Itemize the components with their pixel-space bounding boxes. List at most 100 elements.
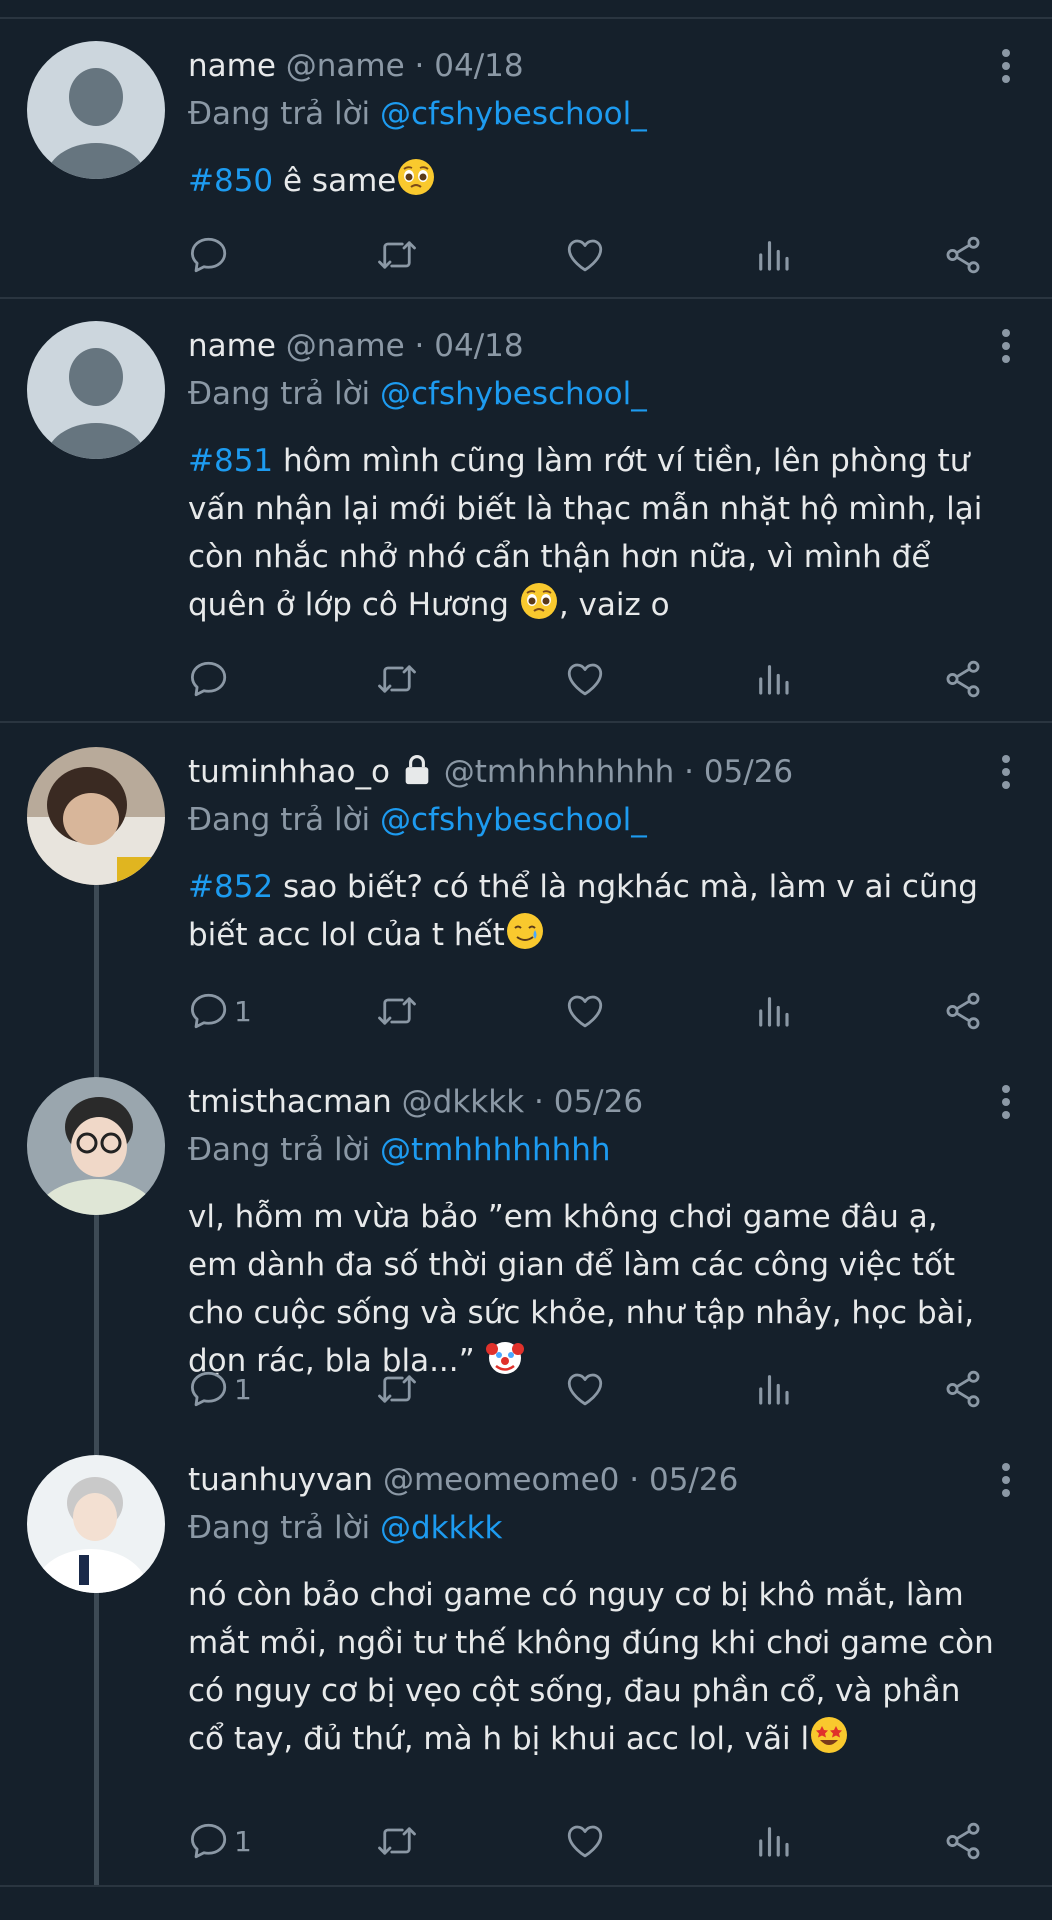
views-button[interactable] — [752, 231, 794, 279]
reply-count: 1 — [234, 1372, 252, 1406]
views-button[interactable] — [752, 1365, 794, 1413]
avatar-default[interactable] — [27, 321, 165, 459]
reply-count: 1 — [234, 994, 252, 1028]
retweet-button[interactable] — [376, 1365, 418, 1413]
views-icon — [752, 990, 794, 1032]
like-icon — [564, 990, 606, 1032]
tweet-date[interactable]: 04/18 — [434, 48, 523, 84]
share-icon — [942, 234, 984, 276]
share-button[interactable] — [942, 987, 984, 1035]
avatar-tuanhuyvan[interactable] — [27, 1455, 165, 1593]
like-icon — [564, 658, 606, 700]
author-name[interactable]: tuminhhao_o — [188, 754, 390, 790]
retweet-button[interactable] — [376, 231, 418, 279]
like-button[interactable] — [564, 1365, 606, 1413]
more-options-icon[interactable] — [1000, 755, 1012, 789]
pleading-face-emoji-icon — [396, 157, 436, 197]
more-options-icon[interactable] — [1000, 1463, 1012, 1497]
author-handle[interactable]: @dkkkk — [402, 1084, 525, 1120]
separator-dot: · — [404, 328, 435, 364]
share-icon — [942, 1820, 984, 1862]
reply-button[interactable]: 1 — [188, 1365, 252, 1413]
author-handle[interactable]: @tmhhhhhhhh — [444, 754, 675, 790]
tweet-text: vl, hỗm m vừa bảo ”em không chơi game đâ… — [188, 1193, 996, 1385]
reply-button[interactable]: 1 — [188, 987, 252, 1035]
retweet-icon — [376, 1820, 418, 1862]
author-name[interactable]: name — [188, 328, 276, 364]
views-icon — [752, 1368, 794, 1410]
reply-icon — [188, 1820, 230, 1862]
like-button[interactable] — [564, 655, 606, 703]
retweet-icon — [376, 990, 418, 1032]
like-button[interactable] — [564, 987, 606, 1035]
author-name[interactable]: tuanhuyvan — [188, 1462, 373, 1498]
retweet-button[interactable] — [376, 987, 418, 1035]
tweet-text: #851 hôm mình cũng làm rớt ví tiền, lên … — [188, 437, 996, 629]
smiling-face-with-tear-emoji-icon — [505, 911, 545, 951]
tweet-date[interactable]: 05/26 — [554, 1084, 643, 1120]
reply-button[interactable] — [188, 655, 234, 703]
author-handle[interactable]: @name — [286, 328, 405, 364]
avatar-tuminhhao[interactable] — [27, 747, 165, 885]
views-icon — [752, 1820, 794, 1862]
views-button[interactable] — [752, 655, 794, 703]
mention-link[interactable]: @tmhhhhhhhh — [380, 1132, 611, 1168]
tweet-text-content: , vaiz o — [558, 587, 670, 623]
replying-to-label: Đang trả lời — [188, 1132, 371, 1168]
like-icon — [564, 1820, 606, 1862]
tweet[interactable]: name @name · 04/18 Đang trả lời @cfshybe… — [0, 299, 1052, 723]
avatar-tmisthacman[interactable] — [27, 1077, 165, 1215]
tweet-text: #850 ê same — [188, 157, 996, 205]
avatar-default[interactable] — [27, 41, 165, 179]
tweet-date[interactable]: 04/18 — [434, 328, 523, 364]
hashtag-link[interactable]: #851 — [188, 443, 273, 479]
reply-button[interactable]: 1 — [188, 1817, 252, 1865]
views-button[interactable] — [752, 1817, 794, 1865]
tweet[interactable]: name @name · 04/18 Đang trả lời @cfshybe… — [0, 19, 1052, 299]
share-button[interactable] — [942, 1817, 984, 1865]
author-name[interactable]: tmisthacman — [188, 1084, 392, 1120]
tweet-text: #852 sao biết? có thể là ngkhác mà, làm … — [188, 863, 996, 959]
share-icon — [942, 990, 984, 1032]
retweet-icon — [376, 1368, 418, 1410]
mention-link[interactable]: @cfshybeschool_ — [380, 376, 647, 412]
like-icon — [564, 234, 606, 276]
like-button[interactable] — [564, 231, 606, 279]
views-icon — [752, 234, 794, 276]
separator-dot: · — [619, 1462, 649, 1498]
more-options-icon[interactable] — [1000, 49, 1012, 83]
tweet-text-content: nó còn bảo chơi game có nguy cơ bị khô m… — [188, 1577, 994, 1757]
mention-link[interactable]: @cfshybeschool_ — [380, 802, 647, 838]
tweet[interactable]: tuanhuyvan @meomeome0 · 05/26 Đang trả l… — [0, 1431, 1052, 1887]
share-button[interactable] — [942, 1365, 984, 1413]
like-button[interactable] — [564, 1817, 606, 1865]
views-button[interactable] — [752, 987, 794, 1035]
more-options-icon[interactable] — [1000, 1085, 1012, 1119]
reply-icon — [188, 658, 230, 700]
tweet-date[interactable]: 05/26 — [704, 754, 793, 790]
tweet-text-content: vl, hỗm m vừa bảo ”em không chơi game đâ… — [188, 1199, 975, 1379]
retweet-icon — [376, 234, 418, 276]
replying-to-label: Đang trả lời — [188, 96, 371, 132]
author-handle[interactable]: @name — [286, 48, 405, 84]
retweet-button[interactable] — [376, 655, 418, 703]
share-button[interactable] — [942, 231, 984, 279]
mention-link[interactable]: @cfshybeschool_ — [380, 96, 647, 132]
more-options-icon[interactable] — [1000, 329, 1012, 363]
separator-dot: · — [524, 1084, 554, 1120]
tweet[interactable]: tuminhhao_o @tmhhhhhhhh · 05/26 Đang trả… — [0, 723, 1052, 1053]
reply-button[interactable] — [188, 231, 234, 279]
reply-count: 1 — [234, 1824, 252, 1858]
retweet-button[interactable] — [376, 1817, 418, 1865]
author-handle[interactable]: @meomeome0 — [383, 1462, 619, 1498]
author-name[interactable]: name — [188, 48, 276, 84]
reply-icon — [188, 990, 230, 1032]
like-icon — [564, 1368, 606, 1410]
hashtag-link[interactable]: #852 — [188, 869, 273, 905]
tweet[interactable]: tmisthacman @dkkkk · 05/26 Đang trả lời … — [0, 1053, 1052, 1431]
share-button[interactable] — [942, 655, 984, 703]
mention-link[interactable]: @dkkkk — [380, 1510, 503, 1546]
hashtag-link[interactable]: #850 — [188, 163, 273, 199]
tweet-date[interactable]: 05/26 — [649, 1462, 738, 1498]
retweet-icon — [376, 658, 418, 700]
